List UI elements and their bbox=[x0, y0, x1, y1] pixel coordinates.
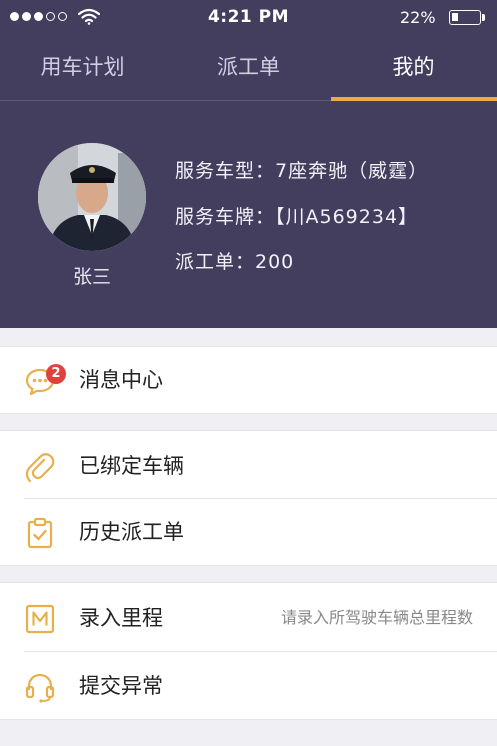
unread-badge: 2 bbox=[46, 364, 66, 384]
tab-bar: 用车计划 派工单 我的 bbox=[0, 34, 497, 101]
status-bar: 4:21 PM 22% bbox=[0, 0, 497, 34]
menu-label-messages: 消息中心 bbox=[79, 368, 163, 392]
divider bbox=[24, 651, 497, 652]
paperclip-icon bbox=[25, 453, 55, 483]
m-box-icon bbox=[25, 604, 55, 634]
tab-mine[interactable]: 我的 bbox=[331, 34, 496, 100]
menu-label-mileage: 录入里程 bbox=[79, 606, 163, 630]
menu-label-report-issue: 提交异常 bbox=[79, 674, 163, 698]
battery-percent: 22% bbox=[400, 8, 436, 27]
menu-item-mileage[interactable]: 录入里程 请录入所驾驶车辆总里程数 bbox=[0, 585, 497, 651]
headset-icon bbox=[25, 673, 55, 703]
menu-group-vehicles: 已绑定车辆 历史派工单 bbox=[0, 430, 497, 566]
vehicle-type: 服务车型：7座奔驰（威霆） bbox=[175, 160, 429, 182]
tab-dispatch-orders[interactable]: 派工单 bbox=[166, 34, 331, 100]
menu-item-messages[interactable]: 消息中心 bbox=[0, 347, 497, 413]
menu-label-history-orders: 历史派工单 bbox=[79, 520, 184, 544]
menu-item-history-orders[interactable]: 历史派工单 bbox=[0, 499, 497, 565]
clipboard-check-icon bbox=[27, 517, 53, 549]
menu-label-bound-vehicles: 已绑定车辆 bbox=[79, 454, 184, 478]
tab-vehicle-plan[interactable]: 用车计划 bbox=[0, 34, 165, 100]
menu-item-bound-vehicles[interactable]: 已绑定车辆 bbox=[0, 433, 497, 499]
menu-group-messages: 消息中心 bbox=[0, 346, 497, 414]
active-tab-indicator bbox=[331, 97, 497, 101]
avatar[interactable] bbox=[38, 143, 146, 251]
vehicle-plate: 服务车牌：【川A569234】 bbox=[175, 206, 419, 228]
user-name: 张三 bbox=[72, 266, 111, 288]
mileage-hint: 请录入所驾驶车辆总里程数 bbox=[280, 608, 473, 627]
menu-group-actions: 录入里程 请录入所驾驶车辆总里程数 提交异常 bbox=[0, 582, 497, 720]
battery-tip bbox=[482, 14, 485, 21]
profile-header: 4:21 PM 22% 用车计划 派工单 我的 张三 服务车型：7座奔驰（威霆）… bbox=[0, 0, 497, 328]
battery-icon bbox=[449, 10, 481, 25]
menu-item-report-issue[interactable]: 提交异常 bbox=[0, 653, 497, 719]
dispatch-count: 派工单：200 bbox=[175, 251, 295, 273]
